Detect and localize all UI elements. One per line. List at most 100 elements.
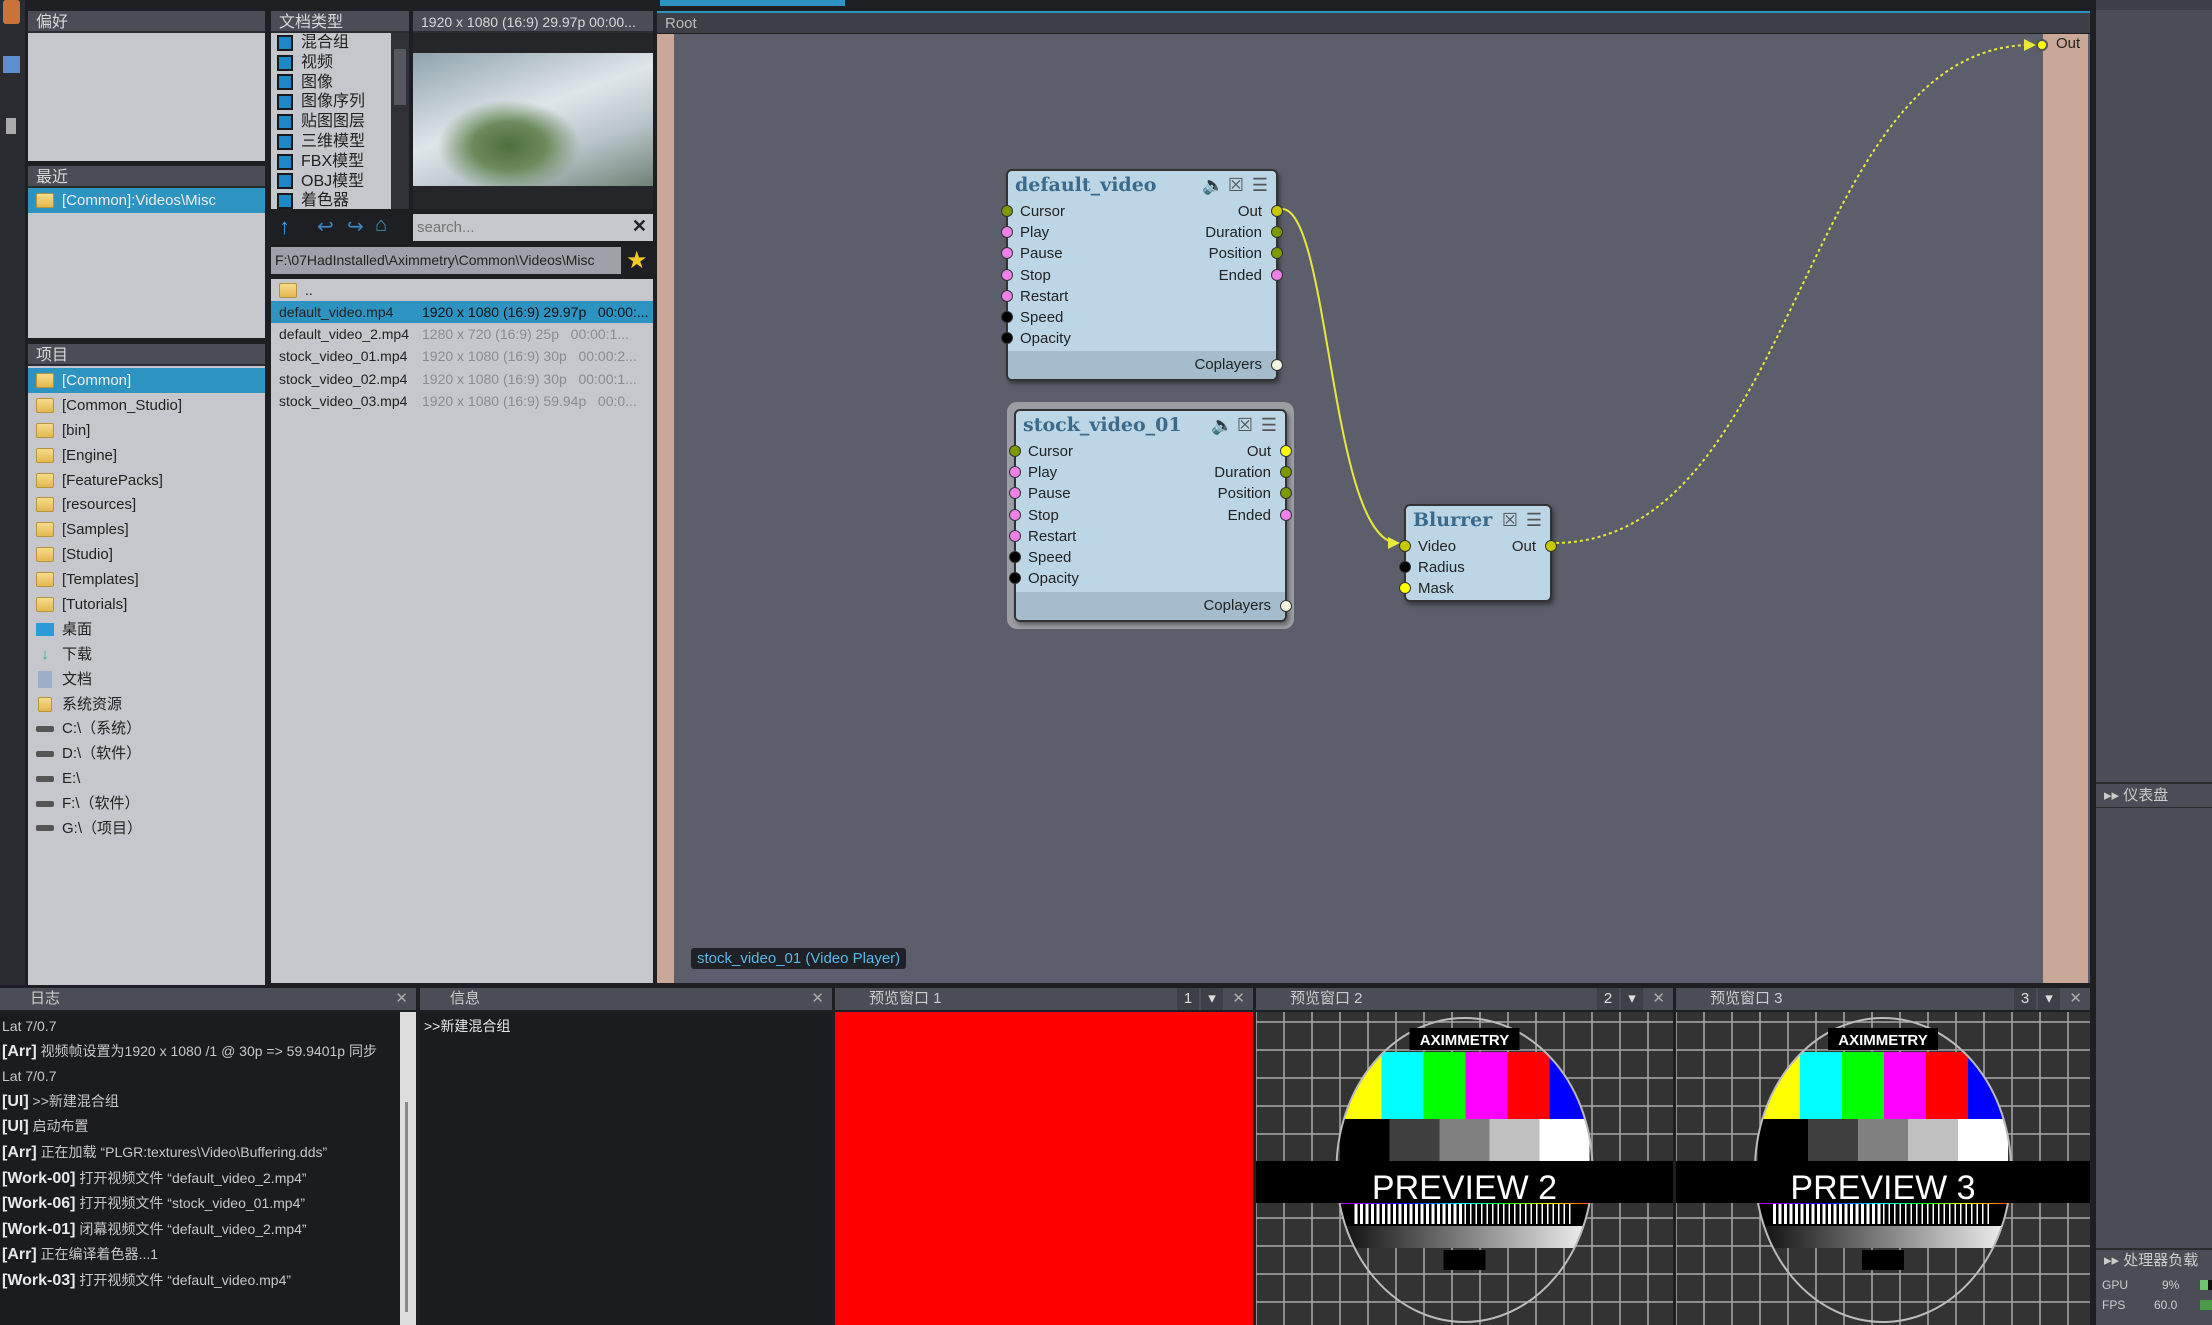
dropdown-icon[interactable]: ▾ (2038, 988, 2060, 1010)
input-port[interactable]: Radius (1399, 557, 1550, 578)
log-panel: Lat 7/0.7 [Arr] 视频帧设置为1920 x 1080 /1 @ 30… (0, 1012, 400, 1325)
input-port[interactable]: Restart (1009, 526, 1285, 547)
preview-view: AXIMMETRY PREVIEW 3 (1676, 1012, 2090, 1325)
preview-number[interactable]: 2 (1597, 988, 1619, 1010)
input-port[interactable]: Play Duration (1009, 462, 1292, 483)
log-line: [Work-00] 打开视频文件 “default_video_2.mp4” (2, 1169, 307, 1187)
input-port[interactable]: Opacity (1001, 328, 1276, 349)
preview-header[interactable]: 预览窗口 1 1 ▾ ✕ (835, 988, 1253, 1010)
preview-close-icon[interactable]: ✕ (1232, 988, 1245, 1010)
preview-close-icon[interactable]: ✕ (1652, 988, 1665, 1010)
fps-bar (2200, 1300, 2212, 1310)
port-pin[interactable] (1271, 268, 1283, 281)
input-port[interactable]: Pause Position (1009, 483, 1292, 504)
port-pin[interactable] (1001, 310, 1013, 323)
info-close-icon[interactable]: ✕ (811, 988, 824, 1010)
log-line: [Work-01] 闭幕视频文件 “default_video_2.mp4” (2, 1220, 307, 1238)
port-pin[interactable] (1009, 487, 1021, 500)
port-pin[interactable] (1009, 466, 1021, 479)
node-stock-video-01[interactable]: stock_video_01 🔈 ☒ ☰ Cursor Out Play Duration Pa… (1009, 409, 1292, 622)
close-icon[interactable]: ☒ (1226, 175, 1246, 195)
preview-header[interactable]: 预览窗口 2 2 ▾ ✕ (1256, 988, 1673, 1010)
log-scrollbar[interactable] (400, 1012, 416, 1325)
preview-header[interactable]: 预览窗口 3 3 ▾ ✕ (1676, 988, 2090, 1010)
output-port: Position (1208, 245, 1262, 263)
cpu-header[interactable]: ▸▸ 处理器负载 (2096, 1248, 2212, 1272)
info-header[interactable]: 信息 ✕ (420, 988, 832, 1010)
port-pin[interactable] (1009, 572, 1021, 585)
log-line: [Arr] 正在编译着色器...1 (2, 1246, 159, 1264)
log-close-icon[interactable]: ✕ (395, 988, 408, 1010)
test-card: AXIMMETRY PREVIEW 3 (1676, 1012, 2090, 1325)
input-port[interactable]: Speed (1009, 547, 1285, 568)
log-header[interactable]: 日志 ✕ (0, 988, 416, 1010)
log-line: Lat 7/0.7 (2, 1068, 57, 1085)
speaker-icon[interactable]: 🔈 (1202, 175, 1224, 195)
port-pin[interactable] (1009, 529, 1021, 542)
port-pin[interactable] (1271, 359, 1283, 371)
card-brand: AXIMMETRY (1838, 1032, 1927, 1049)
port-pin[interactable] (1399, 561, 1411, 574)
input-port[interactable]: Stop Ended (1009, 505, 1292, 526)
port-pin[interactable] (1001, 226, 1013, 239)
port-pin[interactable] (1545, 540, 1557, 552)
output-port: Ended (1218, 266, 1262, 284)
test-card: AXIMMETRY PREVIEW 2 (1256, 1012, 1673, 1325)
input-port[interactable]: Play Duration (1001, 222, 1283, 243)
speaker-icon[interactable]: 🔈 (1211, 415, 1233, 435)
wire-video (1281, 208, 1399, 544)
output-port: Duration (1205, 224, 1262, 242)
preview-number[interactable]: 3 (2014, 988, 2036, 1010)
node-blurrer[interactable]: Blurrer ☒ ☰ Video Out Radius Mask (1399, 504, 1557, 602)
menu-icon[interactable]: ☰ (1259, 415, 1279, 435)
close-icon[interactable]: ☒ (1235, 415, 1255, 435)
input-port[interactable]: Pause Position (1001, 243, 1283, 264)
port-pin[interactable] (1009, 508, 1021, 521)
dropdown-icon[interactable]: ▾ (1201, 988, 1223, 1010)
output-port: Duration (1214, 464, 1271, 482)
port-pin[interactable] (1001, 268, 1013, 281)
input-port[interactable]: Mask (1399, 578, 1550, 599)
dropdown-icon[interactable]: ▾ (1621, 988, 1643, 1010)
log-line: [Arr] 正在加载 “PLGR:textures\Video\Bufferin… (2, 1143, 328, 1161)
menu-icon[interactable]: ☰ (1524, 510, 1544, 530)
input-port[interactable]: Video Out (1399, 536, 1557, 557)
input-port[interactable]: Restart (1001, 286, 1276, 307)
coplayers-port: Coplayers (1016, 592, 1292, 620)
port-pin[interactable] (1001, 332, 1013, 345)
menu-icon[interactable]: ☰ (1250, 175, 1270, 195)
port-pin[interactable] (1009, 550, 1021, 563)
card-label: PREVIEW 2 (1372, 1169, 1557, 1207)
port-pin[interactable] (1001, 289, 1013, 302)
input-port[interactable]: Cursor Out (1001, 201, 1283, 222)
log-line: [Arr] 视频帧设置为1920 x 1080 /1 @ 30p => 59.9… (2, 1042, 377, 1060)
output-port: Out (1237, 203, 1262, 220)
output-port: Ended (1227, 506, 1271, 524)
close-icon[interactable]: ☒ (1500, 510, 1520, 530)
input-port[interactable]: Stop Ended (1001, 265, 1283, 286)
node-default-video[interactable]: default_video 🔈 ☒ ☰ Cursor Out Play Duration Pau… (1001, 169, 1283, 381)
preview-view (835, 1012, 1253, 1325)
right-panel: ▸▸ 仪表盘 ▸▸ 处理器负载 GPU 9% FPS 60.0 (2096, 0, 2212, 1325)
port-pin[interactable] (1280, 600, 1292, 612)
port-pin[interactable] (1399, 582, 1411, 595)
port-pin[interactable] (1001, 247, 1013, 260)
input-port[interactable]: Cursor Out (1009, 441, 1292, 462)
log-line: [UI] 启动布置 (2, 1118, 89, 1136)
input-port[interactable]: Opacity (1009, 568, 1285, 589)
port-pin[interactable] (1280, 508, 1292, 521)
port-pin[interactable] (1271, 205, 1283, 217)
preview-view: AXIMMETRY PREVIEW 2 (1256, 1012, 1673, 1325)
port-pin[interactable] (1009, 445, 1021, 457)
graph-status-label: stock_video_01 (Video Player) (691, 948, 907, 969)
input-port[interactable]: Speed (1001, 307, 1276, 328)
port-pin[interactable] (1280, 445, 1292, 457)
log-line: [Work-03] 打开视频文件 “default_video.mp4” (2, 1271, 292, 1289)
log-line: [UI] >>新建混合组 (2, 1092, 119, 1110)
preview-number[interactable]: 1 (1177, 988, 1199, 1010)
dashboard-header[interactable]: ▸▸ 仪表盘 (2096, 782, 2212, 808)
port-pin[interactable] (1001, 205, 1013, 217)
preview-close-icon[interactable]: ✕ (2069, 988, 2082, 1010)
port-pin[interactable] (1399, 540, 1411, 552)
output-port: Out (1511, 538, 1536, 555)
